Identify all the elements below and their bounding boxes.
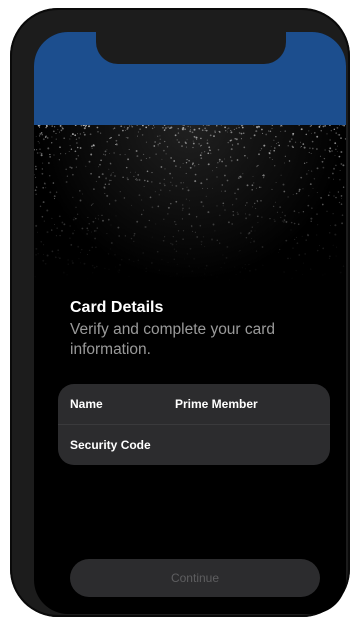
card-details-form: Name Prime Member Security Code bbox=[58, 384, 330, 465]
card-details-subtitle: Verify and complete your card informatio… bbox=[70, 321, 276, 358]
card-details-title: Card Details bbox=[70, 299, 164, 316]
card-art-sparkle bbox=[34, 125, 346, 282]
phone-frame: Card Details Verify and complete your ca… bbox=[10, 8, 350, 617]
security-code-label: Security Code bbox=[70, 438, 151, 452]
name-row[interactable]: Name Prime Member bbox=[58, 384, 330, 425]
name-label: Name bbox=[70, 397, 103, 411]
phone-notch bbox=[96, 32, 286, 64]
security-code-row[interactable]: Security Code bbox=[58, 425, 330, 465]
continue-button[interactable]: Continue bbox=[70, 559, 320, 597]
name-value[interactable]: Prime Member bbox=[175, 397, 258, 411]
phone-screen: Card Details Verify and complete your ca… bbox=[34, 32, 346, 614]
